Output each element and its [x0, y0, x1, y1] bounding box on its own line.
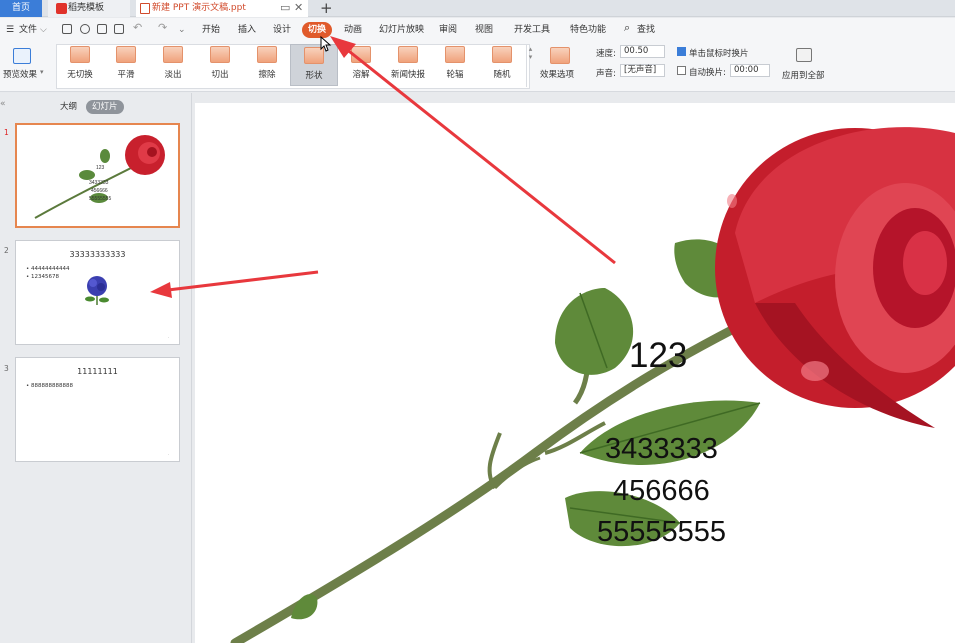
quick-access-chevron-icon[interactable]: ⌄ — [178, 22, 186, 38]
tab-slides[interactable]: 幻灯片 — [86, 100, 124, 114]
document-icon — [140, 3, 150, 14]
undo-icon[interactable]: ↶ — [133, 20, 142, 36]
new-tab-icon[interactable]: + — [320, 0, 333, 17]
menu-special[interactable]: 特色功能 — [570, 22, 606, 38]
menu-view[interactable]: 视图 — [475, 22, 493, 38]
thumbnail-3-title: 11111111 — [77, 367, 118, 376]
search-icon[interactable]: ⌕ — [624, 20, 630, 36]
tab-home[interactable]: 首页 — [0, 0, 42, 17]
menu-file[interactable]: 文件 — [19, 22, 37, 38]
apply-all-icon[interactable] — [796, 48, 812, 62]
effect-none-icon — [70, 46, 90, 63]
menu-bar: ☰ 文件 ⌵ ↶ ↷ ⌄ 开始 插入 设计 切换 动画 幻灯片放映 审阅 视图 … — [0, 18, 955, 42]
effect-cut-icon — [210, 46, 230, 63]
menu-start[interactable]: 开始 — [202, 22, 220, 38]
preview-effect-icon[interactable] — [13, 48, 31, 64]
thumbnail-1-text-1: 123 — [96, 165, 105, 171]
effect-wheel[interactable]: 轮辐 — [431, 44, 479, 86]
menu-animation[interactable]: 动画 — [344, 22, 362, 38]
preview-chevron-icon[interactable]: ▾ — [40, 68, 44, 76]
file-chevron-icon[interactable]: ⌵ — [40, 22, 47, 38]
thumbnail-2-title: 33333333333 — [69, 250, 126, 259]
slide-thumbnail-1[interactable]: 123 3433333 456666 55555555 — [15, 123, 180, 228]
hydrangea-image — [85, 276, 109, 305]
effect-fade[interactable]: 淡出 — [149, 44, 197, 86]
auto-advance-label: 自动换片: — [689, 68, 726, 78]
slide-thumbnail-panel: « 大纲 幻灯片 1 123 3433333 456666 55555555 2… — [0, 93, 192, 643]
slide-thumbnail-3[interactable]: 11111111 • 888888888888 . — [15, 357, 180, 462]
menu-review[interactable]: 审阅 — [439, 22, 457, 38]
effect-smooth-icon — [116, 46, 136, 63]
close-tab-icon[interactable]: ✕ — [294, 1, 303, 14]
menu-search[interactable]: 查找 — [637, 22, 655, 38]
effect-newsflash[interactable]: 新闻快报 — [384, 44, 432, 86]
click-advance-checkbox[interactable] — [677, 47, 686, 56]
slide-text-3[interactable]: 456666 — [613, 475, 710, 508]
thumbnail-1-text-2: 3433333 — [89, 180, 109, 186]
effect-none[interactable]: 无切换 — [56, 44, 104, 86]
slide-canvas[interactable]: 123 3433333 456666 55555555 — [195, 103, 955, 643]
save-icon[interactable] — [62, 24, 72, 34]
thumbnail-2-bullet-2: • 12345678 — [26, 274, 59, 280]
speed-label: 速度: — [596, 49, 616, 59]
speed-input[interactable]: 00.50 — [620, 45, 665, 58]
effect-dissolve-icon — [351, 46, 371, 63]
thumbnail-1-text-3: 456666 — [91, 188, 108, 194]
effect-dissolve[interactable]: 溶解 — [337, 44, 385, 86]
export-icon[interactable] — [80, 24, 90, 34]
hamburger-menu-icon[interactable]: ☰ — [6, 22, 14, 38]
collapse-panel-icon[interactable]: « — [0, 99, 6, 109]
thumbnail-number-3: 3 — [4, 364, 9, 373]
sound-label: 声音: — [596, 69, 616, 79]
wps-logo-icon — [56, 3, 67, 14]
mouse-cursor-icon — [320, 36, 332, 52]
effect-fade-icon — [163, 46, 183, 63]
print-icon[interactable] — [97, 24, 107, 34]
effect-cut[interactable]: 切出 — [196, 44, 244, 86]
tab-outline[interactable]: 大纲 — [54, 100, 83, 114]
thumbnail-3-dot: . — [167, 451, 169, 456]
click-advance-label: 单击鼠标时换片 — [689, 49, 749, 59]
effect-wipe-icon — [257, 46, 277, 63]
menu-insert[interactable]: 插入 — [238, 22, 256, 38]
rose-thumbnail-image — [34, 135, 165, 219]
slide-thumbnail-2[interactable]: 33333333333 • 44444444444 • 12345678 . — [15, 240, 180, 345]
thumbnail-number-2: 2 — [4, 246, 9, 255]
thumbnail-2-bullet-1: • 44444444444 — [26, 266, 70, 272]
effect-smooth[interactable]: 平滑 — [102, 44, 150, 86]
rose-image — [230, 127, 955, 643]
thumbnail-number-1: 1 — [4, 128, 9, 137]
menu-slideshow[interactable]: 幻灯片放映 — [379, 22, 424, 38]
effect-random-icon — [492, 46, 512, 63]
menu-developer[interactable]: 开发工具 — [514, 22, 550, 38]
redo-icon[interactable]: ↷ — [158, 20, 167, 36]
slide-text-4[interactable]: 55555555 — [597, 516, 726, 549]
auto-advance-time-input[interactable]: 00:00 — [730, 64, 770, 77]
preview-effect-button[interactable]: 预览效果 — [3, 68, 37, 80]
effect-random[interactable]: 随机 — [478, 44, 526, 86]
thumbnail-2-dot: . — [167, 334, 169, 339]
slide-text-1[interactable]: 123 — [629, 336, 687, 376]
auto-advance-checkbox[interactable] — [677, 66, 686, 75]
window-tab-bar: 首页 稻壳模板 新建 PPT 演示文稿.ppt ▭ ✕ + — [0, 0, 955, 17]
menu-design[interactable]: 设计 — [273, 22, 291, 38]
apply-all-button[interactable]: 应用到全部 — [782, 69, 825, 81]
thumbnail-1-text-4: 55555555 — [89, 196, 112, 202]
effect-newsflash-icon — [398, 46, 418, 63]
sound-select[interactable]: [无声音] — [620, 64, 665, 77]
effect-options-button[interactable]: 效果选项 — [540, 68, 574, 80]
print-preview-icon[interactable] — [114, 24, 124, 34]
slide-text-2[interactable]: 3433333 — [605, 433, 718, 466]
effect-options-icon[interactable] — [550, 47, 570, 64]
effect-wipe[interactable]: 擦除 — [243, 44, 291, 86]
restore-window-icon[interactable]: ▭ — [280, 1, 290, 14]
thumbnail-3-bullet-1: • 888888888888 — [26, 383, 73, 389]
effect-wheel-icon — [445, 46, 465, 63]
gallery-scrollbar[interactable]: ▴ ▾ — [526, 45, 534, 87]
